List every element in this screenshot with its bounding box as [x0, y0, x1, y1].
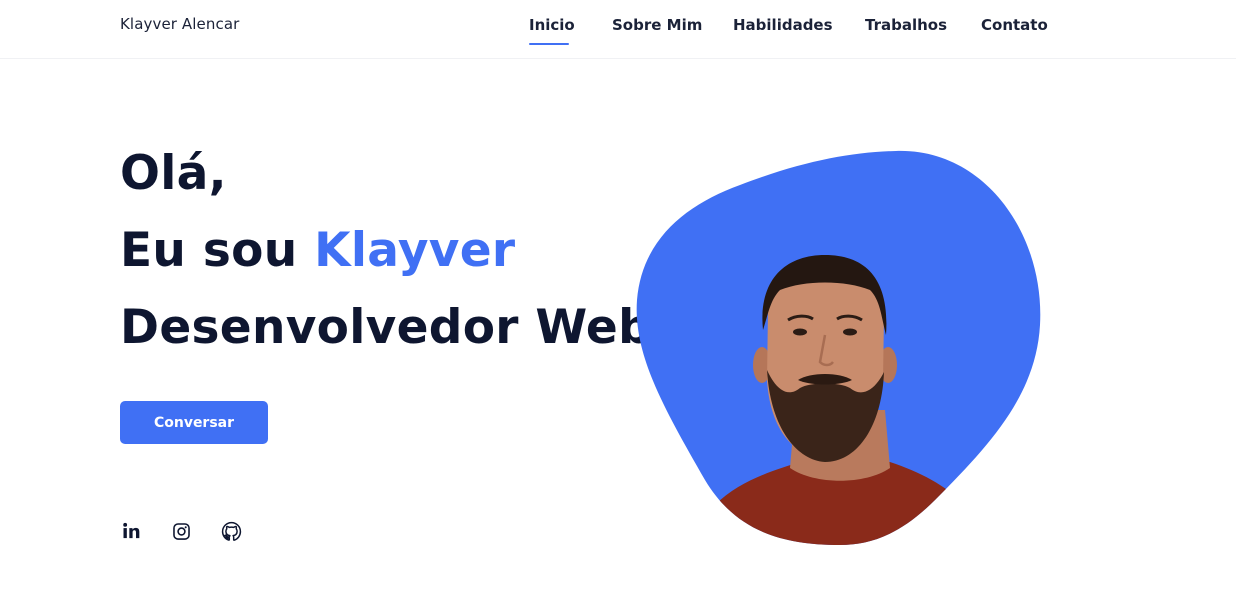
linkedin-icon[interactable]: [120, 520, 142, 542]
linkedin-glyph: [123, 522, 140, 539]
hero-greeting: Olá,: [120, 146, 227, 201]
profile-illustration: [636, 150, 1041, 546]
main-nav: Inicio Sobre Mim Habilidades Trabalhos C…: [0, 15, 1236, 55]
nav-link-trabalhos[interactable]: Trabalhos: [865, 15, 947, 35]
hero-intro-prefix: Eu sou: [120, 223, 315, 278]
hero-role: Desenvolvedor Web: [120, 300, 653, 355]
github-glyph: [221, 521, 241, 541]
site-header: Klayver Alencar Inicio Sobre Mim Habilid…: [0, 0, 1236, 59]
nav-link-habilidades[interactable]: Habilidades: [733, 15, 833, 35]
hero-intro: Eu sou Klayver: [120, 223, 515, 279]
social-links: [0, 520, 300, 544]
hero-name: Klayver: [314, 223, 516, 278]
instagram-glyph: [172, 522, 190, 540]
instagram-icon[interactable]: [170, 520, 192, 542]
conversar-button[interactable]: Conversar: [120, 401, 268, 444]
profile-blob: [600, 140, 1060, 560]
nav-link-contato[interactable]: Contato: [981, 15, 1048, 35]
active-nav-indicator: [529, 43, 569, 45]
nav-link-inicio[interactable]: Inicio: [529, 15, 575, 35]
github-icon[interactable]: [220, 520, 242, 542]
nav-link-sobre-mim[interactable]: Sobre Mim: [612, 15, 702, 35]
